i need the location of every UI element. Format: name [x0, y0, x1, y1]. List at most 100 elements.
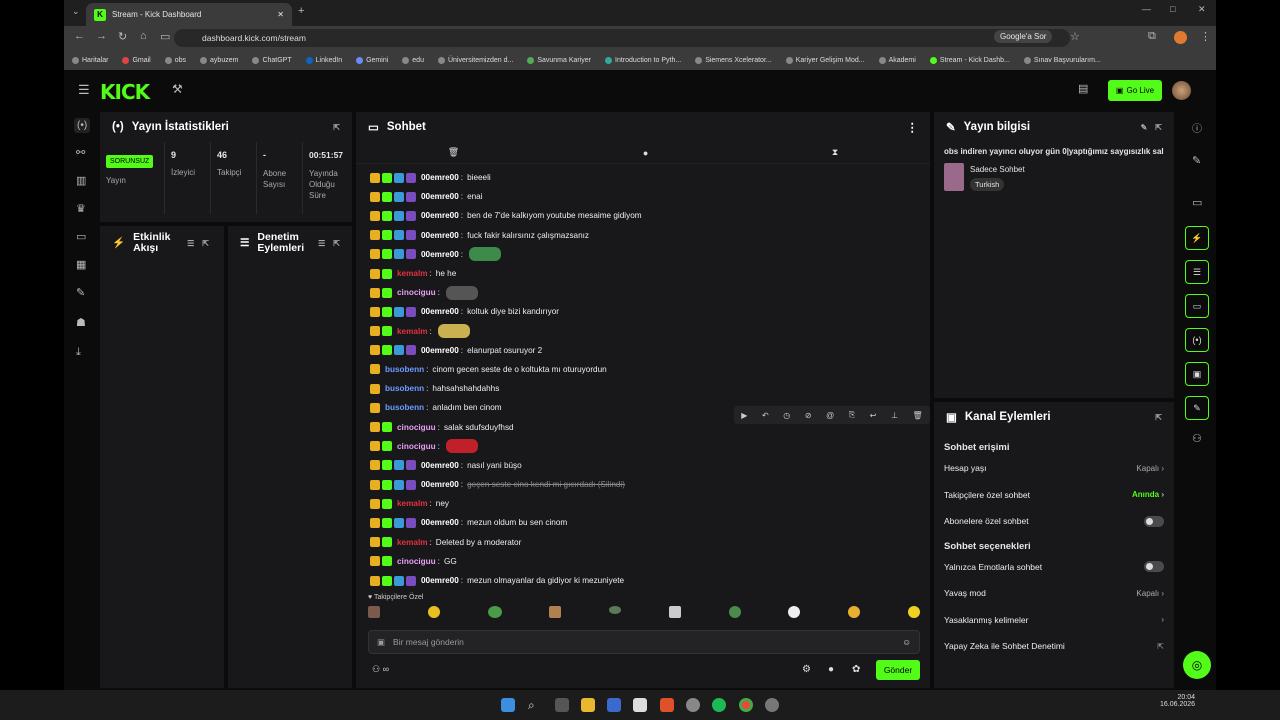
- kick-logo[interactable]: KICK: [100, 80, 150, 104]
- slow-mode-row[interactable]: Yavaş mod Kapalı ›: [934, 580, 1174, 607]
- chat-username[interactable]: cinociguu: [397, 442, 436, 451]
- chat-message[interactable]: 00emre00: nasıl yani büşo: [356, 456, 930, 475]
- github-icon[interactable]: [765, 698, 779, 712]
- chat-message[interactable]: cinociguu: GG: [356, 552, 930, 571]
- bookmark-0[interactable]: Haritalar: [72, 56, 108, 64]
- chat-message[interactable]: busobenn: hahsahshahdahhs: [356, 379, 930, 398]
- chat-message[interactable]: 00emre00: enai: [356, 187, 930, 206]
- settings-icon[interactable]: ⚙: [802, 664, 811, 675]
- account-age-row[interactable]: Hesap yaşı Kapalı ›: [934, 455, 1174, 482]
- bookmark-12[interactable]: Kariyer Gelişim Mod...: [785, 56, 865, 64]
- bookmark-5[interactable]: LinkedIn: [305, 56, 342, 64]
- bookmark-15[interactable]: Sınav Başvurularım...: [1023, 56, 1101, 64]
- chat-message[interactable]: kemalm: Deleted by a moderator: [356, 533, 930, 552]
- bookmark-13[interactable]: Akademi: [878, 56, 916, 64]
- tab-search-icon[interactable]: ⌄: [72, 6, 80, 17]
- chat-username[interactable]: 00emre00: [421, 346, 459, 355]
- emote-icon[interactable]: [788, 606, 801, 618]
- chat-username[interactable]: busobenn: [385, 384, 424, 393]
- chat-username[interactable]: 00emre00: [421, 250, 459, 259]
- close-tab-icon[interactable]: ✕: [277, 10, 284, 19]
- clock-icon[interactable]: ◷: [783, 411, 790, 420]
- emote-icon[interactable]: [549, 606, 562, 618]
- emote-icon[interactable]: [848, 606, 861, 618]
- browser-tab[interactable]: K Stream - Kick Dashboard ✕: [86, 3, 292, 26]
- rail-chat[interactable]: ▭: [1185, 294, 1209, 318]
- maximize-icon[interactable]: □: [1170, 4, 1175, 14]
- emote-icon[interactable]: [728, 606, 741, 618]
- home-icon[interactable]: ⌂: [140, 30, 147, 42]
- emote-icon[interactable]: [427, 606, 440, 618]
- start-icon[interactable]: [501, 698, 515, 712]
- chat-users-icon[interactable]: ⚇ ∞: [372, 664, 389, 675]
- popout-icon[interactable]: ⇱: [1155, 123, 1162, 132]
- help-icon[interactable]: ◎: [1183, 651, 1211, 679]
- popout-icon[interactable]: ⇱: [202, 238, 209, 249]
- stream-icon[interactable]: (•): [74, 118, 91, 133]
- bookmark-14[interactable]: Stream - Kick Dashb...: [929, 56, 1010, 64]
- link-icon[interactable]: ⚯: [76, 146, 85, 159]
- chat-message[interactable]: 00emre00: fuck fakir kalırsınız çalışmazs…: [356, 226, 930, 245]
- chat-username[interactable]: busobenn: [385, 365, 424, 374]
- bookmark-2[interactable]: obs: [164, 56, 186, 64]
- task-view-icon[interactable]: [555, 698, 569, 712]
- emote-icon[interactable]: [907, 606, 920, 618]
- reply-icon[interactable]: ↩: [870, 411, 877, 420]
- profile-icon[interactable]: [1174, 31, 1187, 44]
- bookmark-11[interactable]: Siemens Xcelerator...: [695, 56, 772, 64]
- hammer-icon[interactable]: ⚒: [172, 82, 183, 96]
- followers-chat-row[interactable]: Takipçilere özel sohbet Anında ›: [934, 482, 1174, 509]
- card-icon[interactable]: ▭: [1192, 196, 1202, 209]
- chat-message[interactable]: 00emre00:: [356, 245, 930, 264]
- pen-icon[interactable]: ✎: [1192, 154, 1201, 167]
- stats-icon[interactable]: ▦: [76, 258, 86, 271]
- download-icon[interactable]: ⤓: [76, 346, 81, 359]
- avatar[interactable]: [1172, 81, 1191, 100]
- chat-message[interactable]: 00emre00: mezun oldum bu sen cinom: [356, 513, 930, 532]
- chat-username[interactable]: 00emre00: [421, 173, 459, 182]
- chat-message[interactable]: kemalm:: [356, 322, 930, 341]
- play-icon[interactable]: ▶: [741, 411, 747, 420]
- chat-message[interactable]: cinociguu:: [356, 437, 930, 456]
- send-button[interactable]: Gönder: [876, 660, 920, 680]
- popout-icon[interactable]: ⇱: [333, 123, 340, 132]
- forward-icon[interactable]: →: [96, 30, 107, 42]
- bookmark-10[interactable]: Introduction to Pyth...: [605, 56, 681, 64]
- back-icon[interactable]: ←: [74, 30, 85, 42]
- chat-username[interactable]: cinociguu: [397, 557, 436, 566]
- rail-list[interactable]: ☰: [1185, 260, 1209, 284]
- menu-icon[interactable]: ⋮: [1200, 30, 1211, 43]
- bookmark-6[interactable]: Gemini: [356, 56, 388, 64]
- star-icon[interactable]: ☆: [1070, 30, 1080, 43]
- trash-icon[interactable]: 🗑: [448, 147, 459, 158]
- chat-message[interactable]: kemalm: he he: [356, 264, 930, 283]
- chat-username[interactable]: 00emre00: [421, 211, 459, 220]
- search-icon[interactable]: ⌕: [528, 698, 542, 712]
- chat-username[interactable]: kemalm: [397, 269, 428, 278]
- info-icon[interactable]: ⓘ: [1192, 120, 1202, 135]
- store-icon[interactable]: [607, 698, 621, 712]
- popout-icon[interactable]: ⇱: [1155, 413, 1162, 422]
- bookmark-3[interactable]: aybuzem: [200, 56, 238, 64]
- slash-icon[interactable]: ⊘: [805, 411, 812, 420]
- chat-username[interactable]: 00emre00: [421, 192, 459, 201]
- bookmark-8[interactable]: Üniversitemizden d...: [437, 56, 513, 64]
- edit-icon[interactable]: ✎: [1141, 123, 1148, 132]
- chat-username[interactable]: 00emre00: [421, 231, 459, 240]
- filter-icon[interactable]: ☰: [318, 238, 325, 249]
- clock[interactable]: 20:04 16.06.2026: [1160, 694, 1195, 708]
- emote-only-toggle[interactable]: [1144, 561, 1164, 573]
- chat-message[interactable]: kemalm: ney: [356, 494, 930, 513]
- bookmark-9[interactable]: Savunma Kariyer: [527, 56, 591, 64]
- chat-username[interactable]: busobenn: [385, 403, 424, 412]
- chat-username[interactable]: cinociguu: [397, 423, 436, 432]
- filter-icon[interactable]: ☰: [187, 238, 194, 249]
- reload-icon[interactable]: ↻: [118, 30, 127, 43]
- address-bar[interactable]: dashboard.kick.com/stream: [174, 29, 1070, 47]
- chat-username[interactable]: 00emre00: [421, 480, 459, 489]
- chat-message[interactable]: busobenn: cinom gecen seste de o koltukta…: [356, 360, 930, 379]
- chat-input[interactable]: ▣ Bir mesaj gönderin ☺: [368, 630, 920, 654]
- chat-message[interactable]: 00emre00: geçen seste cino kendi mi gıcır…: [356, 475, 930, 494]
- hourglass-icon[interactable]: ⧗: [832, 147, 838, 158]
- app2-icon[interactable]: [686, 698, 700, 712]
